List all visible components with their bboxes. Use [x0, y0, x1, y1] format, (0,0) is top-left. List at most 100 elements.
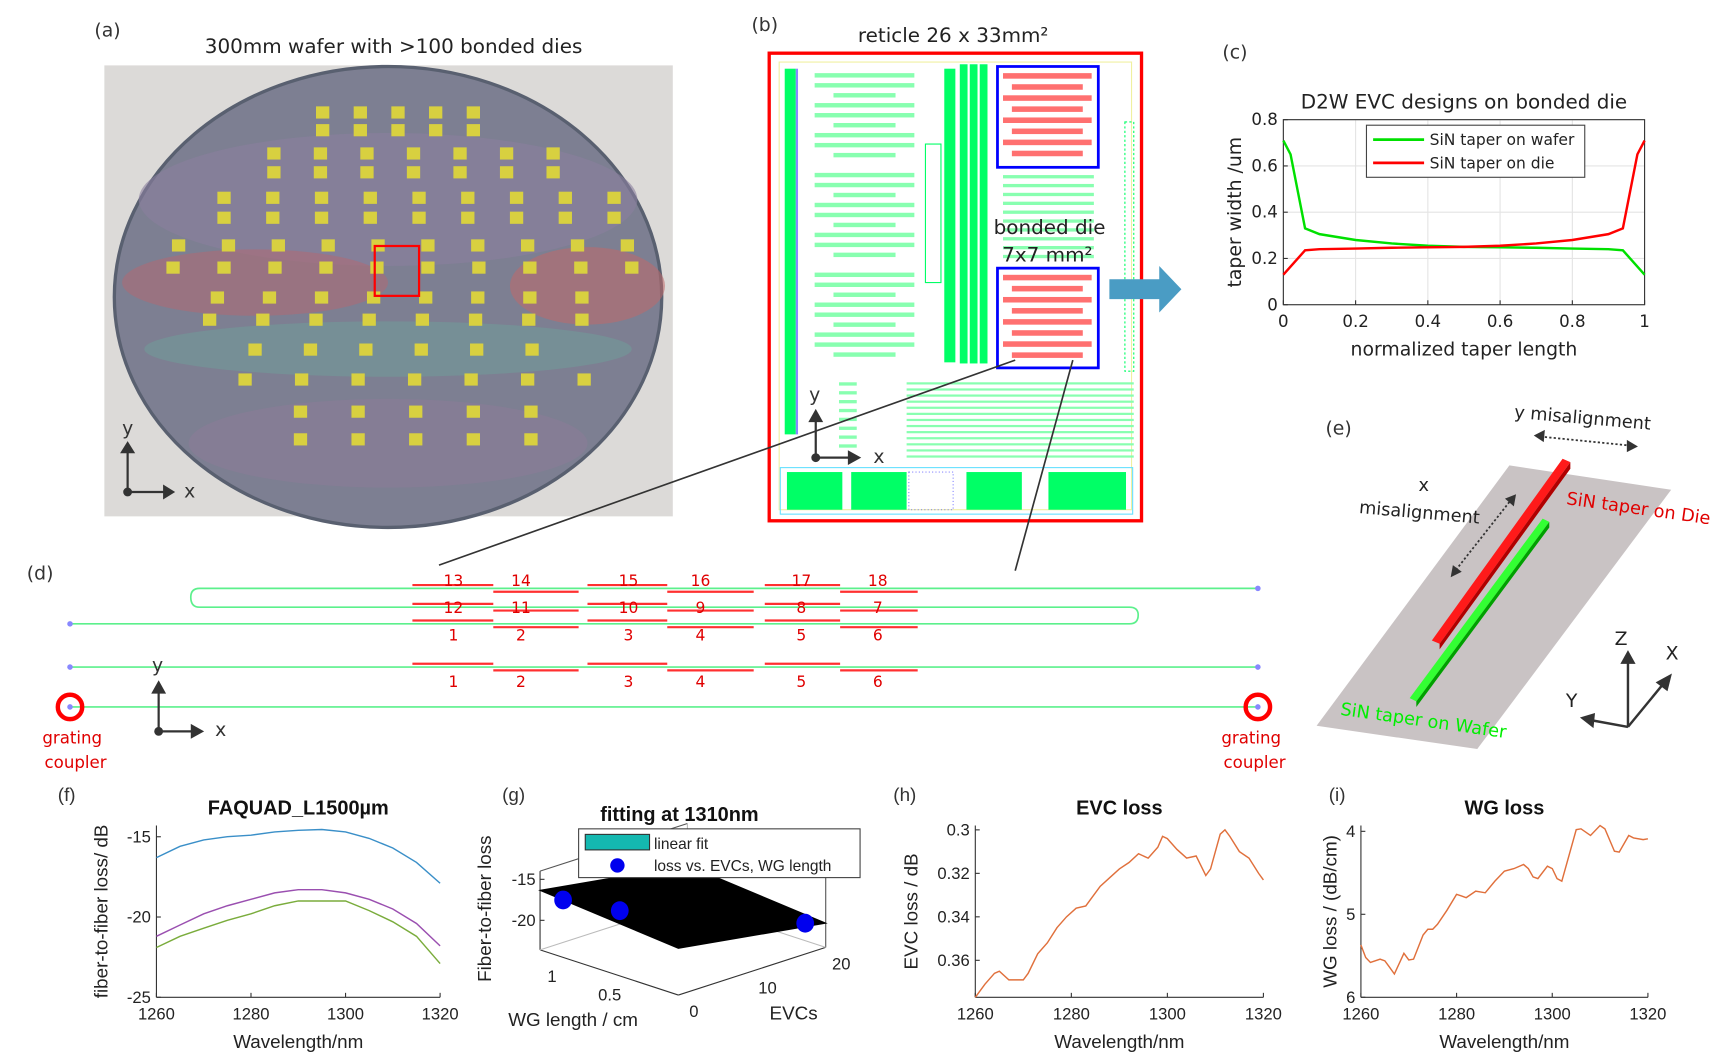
bonded-die — [360, 147, 374, 160]
evc-number-label: 9 — [696, 599, 706, 617]
y-tick-label: -20 — [127, 908, 151, 927]
bonded-die — [509, 191, 524, 204]
layout-pads — [851, 472, 907, 510]
bonded-die — [429, 106, 443, 119]
evc-labels: 13 14 15 16 17 1812 11 10 9 8 71 2 3 4 5 61 2 3 4 5 6 — [444, 572, 888, 691]
series-line — [156, 888, 441, 947]
die-evc-device — [1011, 308, 1083, 314]
x-tick-label: 0.2 — [1342, 312, 1368, 331]
bonded-die — [414, 343, 428, 356]
layout-device — [1003, 175, 1094, 179]
layout-waveguide — [906, 406, 1134, 409]
die-evc-device — [1003, 274, 1092, 281]
bonded-die — [471, 239, 485, 252]
panel-label-g: (g) — [502, 784, 525, 805]
bonded-die-label: bonded die — [994, 215, 1106, 239]
layout-device — [814, 242, 915, 248]
chart-i: 1260 1280 1300 1320 4 5 6 WG loss Wavelength/nm W… — [1320, 797, 1667, 1052]
bonded-die — [421, 261, 435, 274]
bonded-die — [407, 373, 422, 386]
die-evc-device — [1011, 106, 1083, 112]
bonded-die — [523, 291, 537, 304]
x-axis-label: Wavelength/nm — [233, 1031, 363, 1052]
bonded-die — [406, 166, 421, 179]
layout-column — [969, 64, 978, 364]
reticle-title: reticle 26 x 33mm² — [858, 23, 1049, 47]
y-tick-label: 0.36 — [937, 951, 969, 970]
bonded-die — [522, 313, 536, 326]
layout-waveguide — [906, 388, 1134, 391]
z-axis-label: Fiber-to-fiber loss — [474, 835, 495, 981]
bonded-die — [409, 433, 423, 446]
panel-c: (c) 0 0.2 0.4 0.6 0.8 1 0 0.2 0.4 0.6 0.8 D2W EVC d… — [1222, 43, 1649, 361]
x-tick-label: 1260 — [138, 1004, 175, 1023]
bonded-die — [293, 433, 308, 446]
bonded-die — [268, 261, 282, 274]
evc-number-label: 4 — [696, 673, 706, 691]
evc-number-label: 2 — [516, 673, 526, 691]
chart-h: 1260 1280 1300 1320 0.3 0.32 0.34 0.36 EVC loss W… — [901, 797, 1282, 1052]
bonded-die — [319, 261, 333, 274]
die-evc-device — [1003, 73, 1092, 79]
bonded-die — [267, 166, 281, 179]
bonded-die — [525, 343, 539, 356]
legend-swatch-fit — [584, 833, 651, 851]
y-tick-label: 5 — [1346, 905, 1355, 924]
wafer-axis-x-label: x — [184, 482, 195, 503]
layout-column — [784, 68, 796, 435]
layout-axis-x-label: x — [215, 720, 226, 741]
evc-number-label: 10 — [619, 599, 639, 617]
bonded-die — [520, 239, 535, 252]
die-evc-device — [1003, 139, 1092, 146]
x-tick-label: 1280 — [1053, 1004, 1090, 1023]
layout-device — [833, 292, 896, 297]
bonded-die — [391, 106, 405, 119]
x-tick-label: 1300 — [327, 1004, 364, 1023]
bonded-die — [409, 405, 423, 418]
y-tick-label: 0.6 — [1251, 156, 1277, 175]
evc-tick-label: 0 — [689, 1002, 698, 1021]
bonded-die — [524, 433, 538, 446]
y-tick-label: 6 — [1346, 988, 1355, 1007]
panel-label-e: (e) — [1325, 418, 1351, 439]
waveguide-end — [1255, 704, 1261, 710]
chart-title: WG loss — [1465, 797, 1545, 819]
layout-waveguide — [906, 418, 1134, 422]
die-evc-device — [1011, 285, 1083, 292]
legend-label: linear fit — [654, 836, 709, 853]
layout-device — [814, 332, 915, 337]
y-axis-label: WG loss / (dB/cm) — [1320, 835, 1341, 988]
panel-label-b: (b) — [751, 15, 778, 36]
layout-device — [833, 222, 896, 228]
coupler-left-label-1: grating — [42, 729, 102, 748]
layout-device — [839, 400, 857, 404]
layout-device — [839, 391, 857, 395]
folded-waveguide — [70, 587, 1258, 625]
x-tick-label: 1320 — [1629, 1004, 1666, 1023]
layout-device — [1003, 192, 1094, 197]
data-point — [796, 913, 815, 933]
bonded-die — [574, 261, 588, 274]
die-evc-device — [1003, 117, 1092, 123]
layout-device — [839, 435, 857, 439]
y-axis-label: taper width /um — [1225, 137, 1246, 288]
axis-z-label: Z — [1615, 629, 1628, 650]
panel-label-i: (i) — [1329, 784, 1346, 805]
bonded-die — [429, 124, 443, 137]
layout-device — [1003, 183, 1094, 188]
bonded-die — [412, 191, 426, 204]
bonded-die — [421, 239, 435, 252]
evc-number-label: 6 — [873, 626, 883, 644]
x-axis-label: Wavelength/nm — [1054, 1031, 1184, 1052]
x-tick-label: 1300 — [1534, 1004, 1571, 1023]
chart-title: EVC loss — [1076, 797, 1162, 819]
bonded-die — [499, 166, 514, 179]
bonded-die — [353, 124, 367, 137]
bonded-die — [499, 147, 514, 160]
bonded-die — [351, 433, 365, 446]
y-tick-label: -25 — [127, 988, 151, 1007]
panel-label-a: (a) — [94, 21, 120, 42]
legend-label: loss vs. EVCs, WG length — [654, 858, 831, 875]
chart-title: D2W EVC designs on bonded die — [1301, 90, 1627, 114]
y-tick-label: 0.8 — [1251, 110, 1277, 129]
